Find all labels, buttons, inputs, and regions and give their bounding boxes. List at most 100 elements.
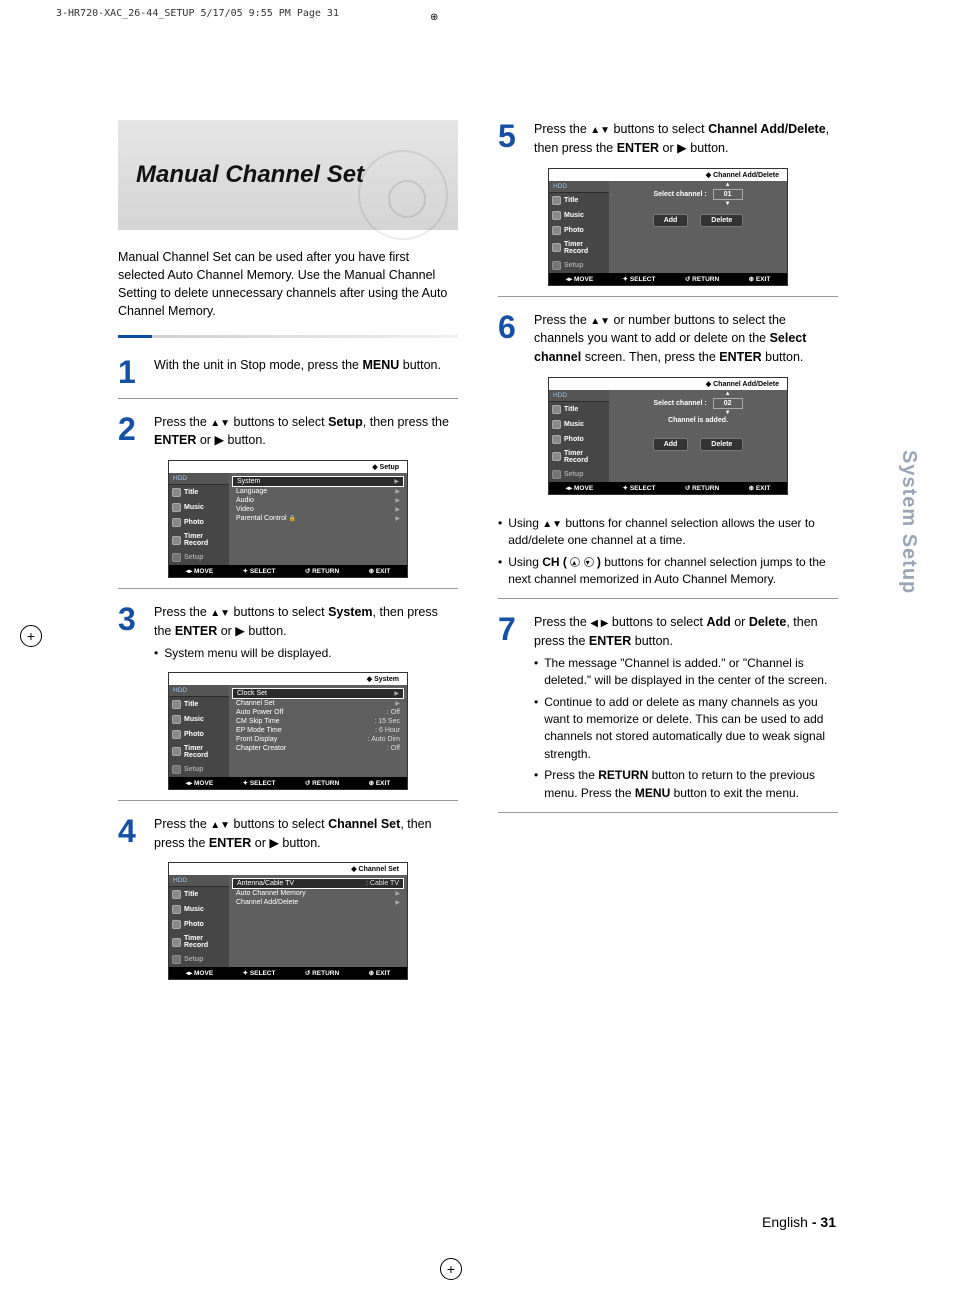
sidebar-label: Music	[564, 421, 584, 428]
text: button to exit the menu.	[670, 786, 799, 800]
text: screen. Then, press the	[581, 350, 719, 364]
ch-down-icon	[584, 557, 594, 567]
sidebar-hdd: HDD	[549, 181, 609, 193]
add-button: Add	[653, 214, 689, 227]
foot-select: ✦ SELECT	[243, 969, 276, 977]
foot-return: ↺ RETURN	[685, 484, 719, 492]
music-icon	[172, 715, 181, 724]
foot-move: ◂▸ MOVE	[566, 484, 593, 492]
text: or	[731, 615, 749, 629]
title-box: Manual Channel Set	[118, 120, 458, 230]
arrow-icon: ◀ ▶	[590, 618, 608, 629]
foot-move: ◂▸ MOVE	[186, 969, 213, 977]
arrow-icon: ▲▼	[210, 608, 230, 619]
footer-lang: English	[762, 1214, 808, 1230]
menu-item: Auto Power Off	[236, 709, 283, 716]
status-message: Channel is added.	[668, 417, 728, 424]
bold: System	[328, 605, 372, 619]
step-1: 1 With the unit in Stop mode, press the …	[118, 356, 458, 388]
bold: Channel Add/Delete	[708, 122, 826, 136]
text: or	[251, 836, 269, 850]
text: button.	[762, 350, 804, 364]
sidebar-label: Music	[184, 716, 204, 723]
sidebar-label: Title	[184, 701, 198, 708]
bold: MENU	[362, 358, 399, 372]
sub-bullet: The message "Channel is added." or "Chan…	[544, 655, 838, 690]
sidebar-label: Music	[184, 906, 204, 913]
print-header: 3-HR720-XAC_26-44_SETUP 5/17/05 9:55 PM …	[56, 8, 339, 19]
bold: Setup	[328, 415, 363, 429]
menu-item: Chapter Creator	[236, 745, 286, 752]
gear-icon	[552, 470, 561, 479]
osd-title: Channel Add/Delete	[706, 172, 779, 179]
lock-icon: 🔒	[289, 516, 296, 522]
sidebar-label: Photo	[564, 436, 584, 443]
osd-title: Setup	[372, 464, 399, 471]
menu-value: : Cable TV	[366, 880, 399, 887]
step-number: 5	[498, 120, 524, 158]
sidebar-label: Photo	[184, 731, 204, 738]
foot-move: ◂▸ MOVE	[186, 779, 213, 787]
gear-icon	[552, 261, 561, 270]
sidebar-hdd: HDD	[169, 685, 229, 697]
osd-menu: System Language Audio Video Parental Con…	[229, 473, 407, 565]
photo-icon	[552, 435, 561, 444]
menu-item: Clock Set	[237, 690, 267, 697]
bold: MENU	[635, 786, 670, 800]
select-channel-label: Select channel :	[653, 191, 706, 198]
text: Press the	[534, 313, 590, 327]
menu-item: Channel Add/Delete	[236, 899, 298, 906]
osd-system: System HDD Title Music Photo Timer Recor…	[168, 672, 408, 790]
foot-return: ↺ RETURN	[305, 779, 339, 787]
registration-mark-left	[20, 625, 42, 647]
bold: ENTER	[589, 634, 631, 648]
text: or	[196, 433, 214, 447]
menu-item: System	[237, 478, 260, 485]
menu-item: Audio	[236, 497, 254, 504]
text: , then press the	[363, 415, 449, 429]
sidebar-label: Timer Record	[184, 533, 226, 547]
bold: RETURN	[598, 768, 648, 782]
text: buttons to select	[230, 605, 328, 619]
bullet: Using CH ( ) buttons for channel selecti…	[498, 554, 838, 589]
sidebar-label: Setup	[184, 766, 203, 773]
step-3: 3 Press the ▲▼ buttons to select System,…	[118, 603, 458, 662]
text: Using	[508, 555, 542, 569]
sidebar-label: Title	[184, 489, 198, 496]
text: button.	[279, 836, 321, 850]
bold: ENTER	[209, 836, 251, 850]
text: button.	[687, 141, 729, 155]
sidebar-label: Title	[564, 406, 578, 413]
osd-footer: ◂▸ MOVE ✦ SELECT ↺ RETURN ⊕ EXIT	[169, 565, 407, 577]
text: Press the	[154, 415, 210, 429]
section-tab: System Setup	[897, 450, 920, 594]
chevron-right-icon	[390, 478, 399, 485]
step-number: 6	[498, 311, 524, 367]
text: buttons to select	[230, 817, 328, 831]
text: or	[217, 624, 235, 638]
chevron-right-icon	[391, 890, 400, 897]
menu-value: : Off	[387, 709, 400, 716]
music-icon	[552, 420, 561, 429]
foot-exit: ⊕ EXIT	[749, 484, 771, 492]
osd-title: System	[367, 676, 399, 683]
step-number: 2	[118, 413, 144, 451]
sidebar-label: Title	[184, 891, 198, 898]
chevron-right-icon	[391, 497, 400, 504]
text: Using	[508, 516, 542, 530]
sidebar-hdd: HDD	[169, 473, 229, 485]
ch-up-icon	[570, 557, 580, 567]
menu-item: Channel Set	[236, 700, 275, 707]
osd-channel-add-2: Channel Add/Delete HDD Title Music Photo…	[548, 377, 788, 495]
text: buttons to select	[608, 615, 706, 629]
osd-channel-set: Channel Set HDD Title Music Photo Timer …	[168, 862, 408, 980]
osd-title: Channel Set	[351, 866, 399, 873]
timer-icon	[172, 536, 181, 545]
bold: Add	[706, 615, 730, 629]
text: Press the	[154, 817, 210, 831]
foot-return: ↺ RETURN	[685, 275, 719, 283]
play-icon: ▶	[677, 141, 687, 155]
bold: Delete	[749, 615, 787, 629]
arrow-icon: ▲▼	[590, 125, 610, 136]
foot-select: ✦ SELECT	[623, 484, 656, 492]
